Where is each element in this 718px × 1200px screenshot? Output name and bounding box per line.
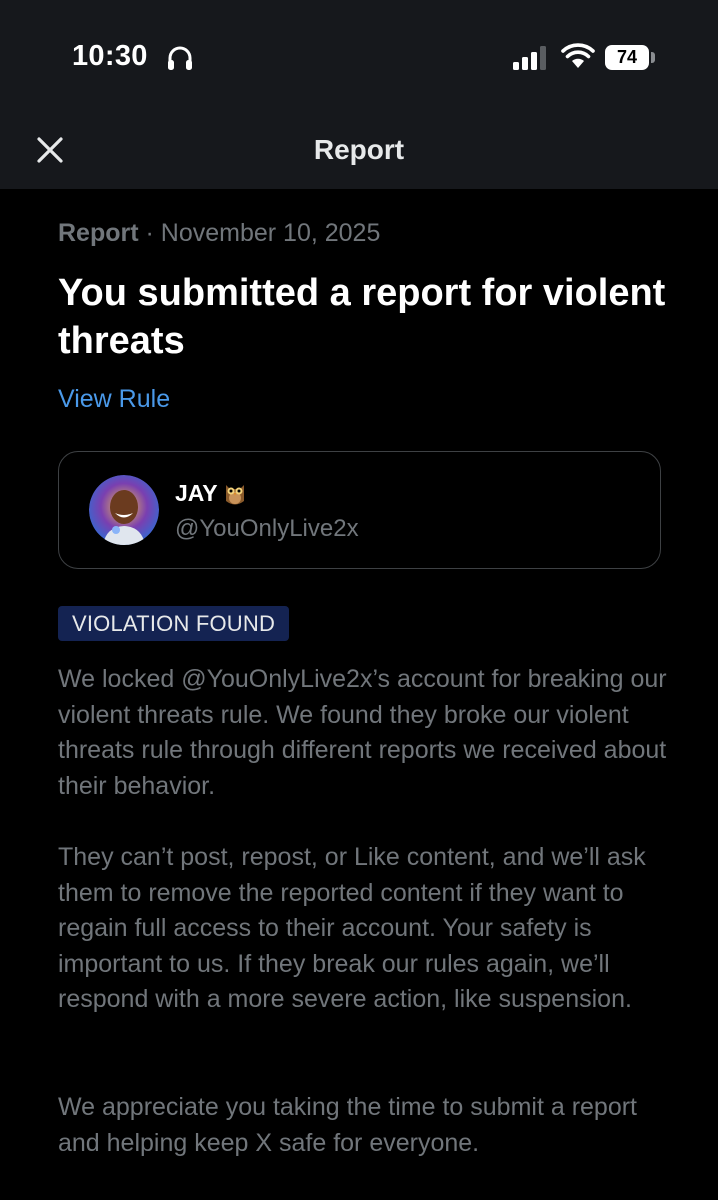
user-name-text: JAY (175, 480, 218, 506)
reported-user-card[interactable]: JAY @YouOnlyLive2x (58, 451, 661, 569)
report-date: · November 10, 2025 (138, 219, 381, 247)
headphones-icon (168, 46, 192, 70)
owl-icon (225, 485, 244, 505)
status-time: 10:30 (72, 40, 148, 72)
page-title: Report (313, 134, 405, 165)
paragraph-thanks: We appreciate you taking the time to sub… (58, 1093, 638, 1157)
avatar (89, 475, 159, 545)
user-name: JAY (175, 478, 248, 508)
status-bar: 10:30 74 (0, 0, 718, 110)
battery-icon: 74 (605, 45, 649, 70)
paragraph-restrictions: They can’t post, repost, or Like content… (58, 843, 646, 1014)
user-handle: @YouOnlyLive2x (175, 515, 359, 542)
signal-icon (513, 46, 546, 70)
report-label: Report (58, 219, 139, 247)
nav-bar: Report (0, 110, 718, 189)
top-bar: 10:30 74 Report (0, 0, 718, 189)
report-headline: You submitted a report for violent threa… (58, 272, 666, 362)
violation-badge: VIOLATION FOUND (58, 606, 290, 641)
report-header: Report · November 10, 2025 You submitted… (58, 215, 668, 415)
view-rule-link[interactable]: View Rule (58, 383, 170, 415)
paragraph-lock-notice: We locked @YouOnlyLive2x’s account for b… (58, 665, 667, 800)
report-meta: Report · November 10, 2025 (58, 215, 668, 251)
wifi-icon (561, 43, 595, 68)
battery-cap (651, 52, 655, 63)
